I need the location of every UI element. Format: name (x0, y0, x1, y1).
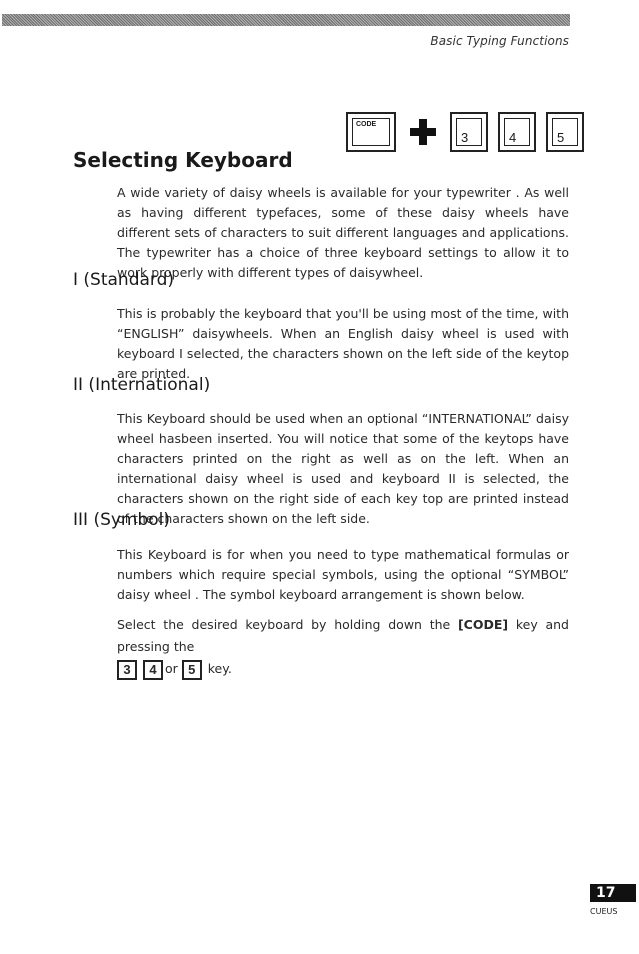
plus-icon (410, 119, 436, 145)
key-combo-illustration: CODE 3 4 5 (346, 112, 584, 152)
running-head: Basic Typing Functions (430, 34, 569, 48)
page-title: Selecting Keyboard (73, 148, 293, 172)
instruction-paragraph: Select the desired keyboard by holding d… (117, 614, 569, 680)
key-4-icon: 4 (498, 112, 536, 152)
code-key-icon: CODE (346, 112, 396, 152)
section-body-international: This Keyboard should be used when an opt… (117, 411, 569, 526)
code-key-label: [CODE] (457, 617, 509, 632)
section-heading-symbol: III (Symbol) (73, 510, 171, 530)
key-5-icon: 5 (181, 659, 202, 680)
key-3-icon: 3 (450, 112, 488, 152)
intro-paragraph: A wide variety of daisy wheels is availa… (117, 185, 569, 280)
section-heading-standard: I (Standard) (73, 270, 175, 290)
top-rule (2, 14, 570, 26)
key-3-icon: 3 (117, 659, 137, 680)
section-body-symbol: This Keyboard is for when you need to ty… (117, 547, 569, 602)
brand-label: CUEUS (590, 907, 618, 916)
key-5-icon: 5 (546, 112, 584, 152)
page-number: 17 (590, 884, 636, 902)
key-4-icon: 4 (142, 659, 163, 680)
section-body-standard: This is probably the keyboard that you'l… (117, 306, 569, 381)
section-heading-international: II (International) (73, 375, 211, 395)
